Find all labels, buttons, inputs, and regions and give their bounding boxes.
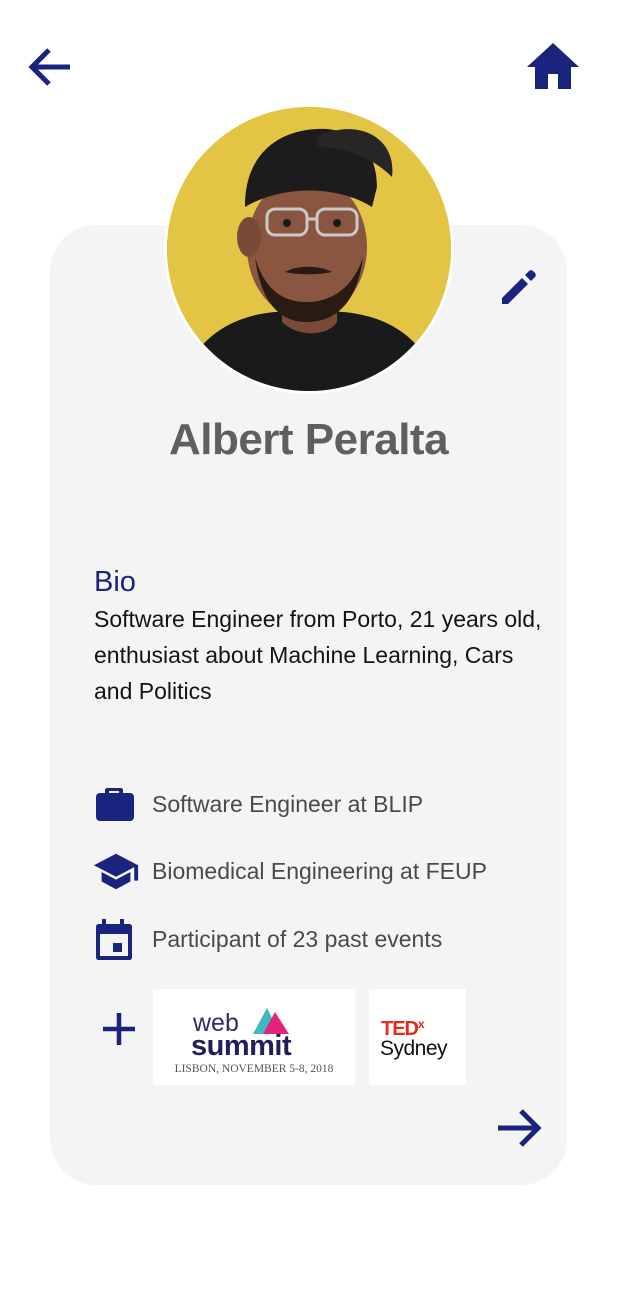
websummit-caption: LISBON, NOVEMBER 5-8, 2018 (174, 1063, 334, 1075)
arrow-right-icon (498, 1109, 542, 1147)
briefcase-icon (92, 782, 140, 826)
education-text: Biomedical Engineering at FEUP (152, 857, 487, 884)
event-websummit[interactable]: web summit LISBON, NOVEMBER 5-8, 2018 (153, 989, 355, 1085)
profile-name: Albert Peralta (168, 415, 449, 464)
edit-profile-button[interactable] (498, 268, 538, 308)
event-tedx[interactable]: TEDx Sydney (369, 989, 466, 1085)
add-event-button[interactable] (98, 1008, 140, 1050)
arrow-left-icon (28, 48, 70, 86)
calendar-icon (92, 917, 140, 961)
home-icon (527, 43, 579, 89)
bio-text: Software Engineer from Porto, 21 years o… (94, 606, 542, 704)
tedx-brand: TEDx (381, 1014, 425, 1039)
tedx-superscript: x (418, 1017, 425, 1031)
graduation-cap-icon (92, 849, 140, 893)
home-button[interactable] (524, 40, 582, 92)
back-button[interactable] (24, 40, 78, 94)
bio-heading: Bio (94, 566, 136, 598)
avatar (164, 104, 454, 394)
job-text: Software Engineer at BLIP (152, 790, 424, 817)
events-row: Participant of 23 past events (92, 917, 552, 961)
plus-icon (103, 1013, 135, 1045)
next-button[interactable] (494, 1102, 546, 1154)
tedx-city: Sydney (380, 1037, 448, 1060)
job-row: Software Engineer at BLIP (92, 782, 552, 826)
education-row: Biomedical Engineering at FEUP (92, 849, 552, 893)
events-text: Participant of 23 past events (152, 925, 443, 952)
pencil-icon (502, 270, 536, 304)
websummit-logo-bottom: summit (191, 1030, 292, 1062)
